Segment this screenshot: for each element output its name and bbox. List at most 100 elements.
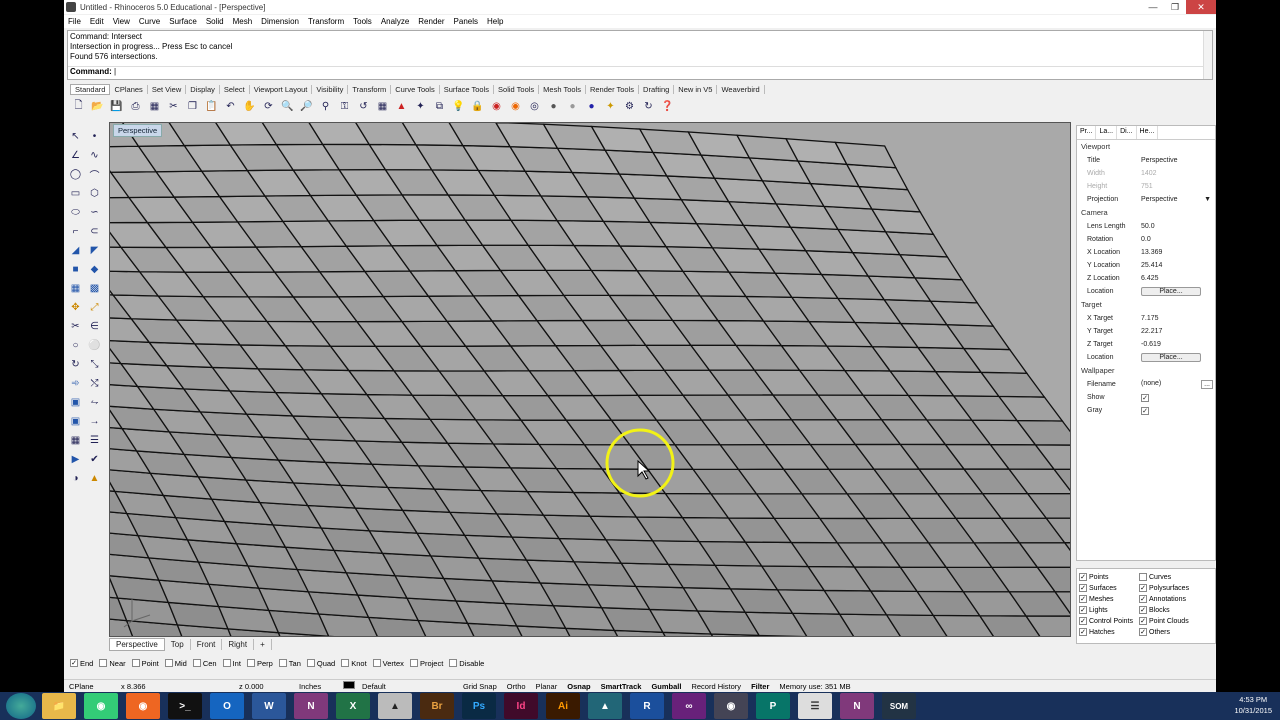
box-icon[interactable]: ■ (67, 261, 84, 278)
y-target-field[interactable]: 22.217 (1141, 328, 1215, 335)
check-icon[interactable]: ✔ (86, 451, 103, 468)
osnap-checkbox[interactable] (409, 659, 418, 667)
lightbulb-icon[interactable]: 💡 (450, 98, 467, 114)
render-icon[interactable]: ◑ (67, 470, 84, 487)
menu-file[interactable]: File (68, 17, 81, 26)
surface-icon[interactable]: ◢ (67, 242, 84, 259)
tab-top[interactable]: Top (165, 639, 191, 650)
command-scrollbar[interactable] (1203, 31, 1212, 79)
browse-button[interactable]: ... (1201, 380, 1213, 389)
orient-icon[interactable]: ⤭ (86, 375, 103, 392)
filter-meshes[interactable]: ✓ Meshes (1079, 595, 1139, 603)
rhino-taskbar-icon[interactable]: ▲ (378, 693, 412, 719)
paste-icon[interactable]: 📋 (203, 98, 220, 114)
visual-studio-icon[interactable]: ∞ (672, 693, 706, 719)
copy-icon[interactable]: ❐ (184, 98, 201, 114)
render-sphere-icon[interactable]: ● (583, 98, 600, 114)
chrome-icon[interactable]: ◉ (84, 693, 118, 719)
menu-mesh[interactable]: Mesh (233, 17, 253, 26)
ortho-toggle[interactable]: Ortho (502, 682, 531, 691)
firefox-icon[interactable]: ◉ (126, 693, 160, 719)
start-button[interactable] (6, 693, 36, 719)
status-units[interactable]: Inches (294, 682, 338, 691)
wireframe-sphere-icon[interactable]: ◎ (526, 98, 543, 114)
tab-select[interactable]: Select (220, 85, 250, 94)
viewport-title[interactable]: Perspective (113, 124, 163, 137)
notepad-icon[interactable]: ☰ (798, 693, 832, 719)
analyze-icon[interactable]: ▶ (67, 451, 84, 468)
options-icon[interactable]: ⚙ (621, 98, 638, 114)
open-folder-icon[interactable]: 📂 (89, 98, 106, 114)
lens-length-field[interactable]: 50.0 (1141, 223, 1215, 230)
mesh-tools-icon[interactable]: ▩ (86, 280, 103, 297)
pan-hand-icon[interactable]: ✋ (241, 98, 258, 114)
rotate-view-icon[interactable]: ⟳ (260, 98, 277, 114)
tab-curve-tools[interactable]: Curve Tools (391, 85, 440, 94)
filter-checkbox[interactable]: ✓ (1139, 617, 1147, 625)
filter-checkbox[interactable]: ✓ (1139, 628, 1147, 636)
osnap-toggle[interactable]: Osnap (562, 682, 595, 691)
menu-analyze[interactable]: Analyze (381, 17, 409, 26)
filter-lights[interactable]: ✓ Lights (1079, 606, 1139, 614)
osnap-disable[interactable]: Disable (449, 659, 484, 668)
filter-toggle[interactable]: Filter (746, 682, 774, 691)
filter-checkbox[interactable]: ✓ (1079, 617, 1087, 625)
filter-hatches[interactable]: ✓ Hatches (1079, 628, 1139, 636)
tab-display[interactable]: Di... (1117, 126, 1137, 139)
properties-icon[interactable]: ▦ (146, 98, 163, 114)
menu-edit[interactable]: Edit (90, 17, 104, 26)
y-location-field[interactable]: 25.414 (1141, 262, 1215, 269)
filter-polysurfaces[interactable]: ✓ Polysurfaces (1139, 584, 1209, 592)
cut-icon[interactable]: ✂ (165, 98, 182, 114)
undo-icon[interactable]: ↶ (222, 98, 239, 114)
tab-layers[interactable]: La... (1096, 126, 1118, 139)
filter-checkbox[interactable]: ✓ (1079, 584, 1087, 592)
excel-icon[interactable]: X (336, 693, 370, 719)
select-icon[interactable]: ⧉ (431, 98, 448, 114)
filter-checkbox[interactable]: ✓ (1079, 573, 1087, 581)
menu-transform[interactable]: Transform (308, 17, 344, 26)
menu-curve[interactable]: Curve (139, 17, 160, 26)
indesign-icon[interactable]: Id (504, 693, 538, 719)
curve-icon[interactable]: ∿ (86, 147, 103, 164)
chevron-down-icon[interactable]: ▼ (1204, 196, 1211, 203)
bridge-icon[interactable]: Br (420, 693, 454, 719)
tab-render-tools[interactable]: Render Tools (586, 85, 640, 94)
menu-help[interactable]: Help (487, 17, 503, 26)
polyline-icon[interactable]: ∠ (67, 147, 84, 164)
solid-tools-icon[interactable]: ◆ (86, 261, 103, 278)
filter-checkbox[interactable]: ✓ (1139, 584, 1147, 592)
zoom-extents-icon[interactable]: ⚲ (317, 98, 334, 114)
filter-others[interactable]: ✓ Others (1139, 628, 1209, 636)
osnap-checkbox[interactable] (222, 659, 231, 667)
osnap-quad[interactable]: Quad (306, 659, 335, 668)
light-icon[interactable]: ✦ (602, 98, 619, 114)
file-explorer-icon[interactable]: 📁 (42, 693, 76, 719)
dimension-icon[interactable]: → (86, 413, 103, 430)
photoshop-icon[interactable]: Ps (462, 693, 496, 719)
move-icon[interactable]: ➾ (67, 375, 84, 392)
record-history-toggle[interactable]: Record History (686, 682, 746, 691)
free-form-icon[interactable]: ∽ (86, 204, 103, 221)
tab-weaverbird[interactable]: Weaverbird (717, 85, 765, 94)
osnap-project[interactable]: Project (409, 659, 443, 668)
menu-tools[interactable]: Tools (353, 17, 372, 26)
cube-icon[interactable]: ▣ (67, 413, 84, 430)
surface-tools-icon[interactable]: ◤ (86, 242, 103, 259)
zoom-window-icon[interactable]: 🔎 (298, 98, 315, 114)
illustrator-icon[interactable]: Ai (546, 693, 580, 719)
osnap-near[interactable]: Near (99, 659, 126, 668)
polygon-icon[interactable]: ⬡ (86, 185, 103, 202)
point-icon[interactable]: • (86, 128, 103, 145)
tab-transform[interactable]: Transform (348, 85, 392, 94)
rectangle-icon[interactable]: ▭ (67, 185, 84, 202)
grid-icon[interactable]: ▦ (67, 432, 84, 449)
tab-solid-tools[interactable]: Solid Tools (494, 85, 540, 94)
osnap-checkbox[interactable] (341, 659, 350, 667)
onenote-alt-icon[interactable]: N (840, 693, 874, 719)
menu-render[interactable]: Render (418, 17, 444, 26)
tab-drafting[interactable]: Drafting (639, 85, 675, 94)
new-file-icon[interactable]: 🗋 (70, 98, 87, 114)
menu-dimension[interactable]: Dimension (261, 17, 299, 26)
projection-select[interactable]: Perspective ▼ (1141, 196, 1215, 203)
